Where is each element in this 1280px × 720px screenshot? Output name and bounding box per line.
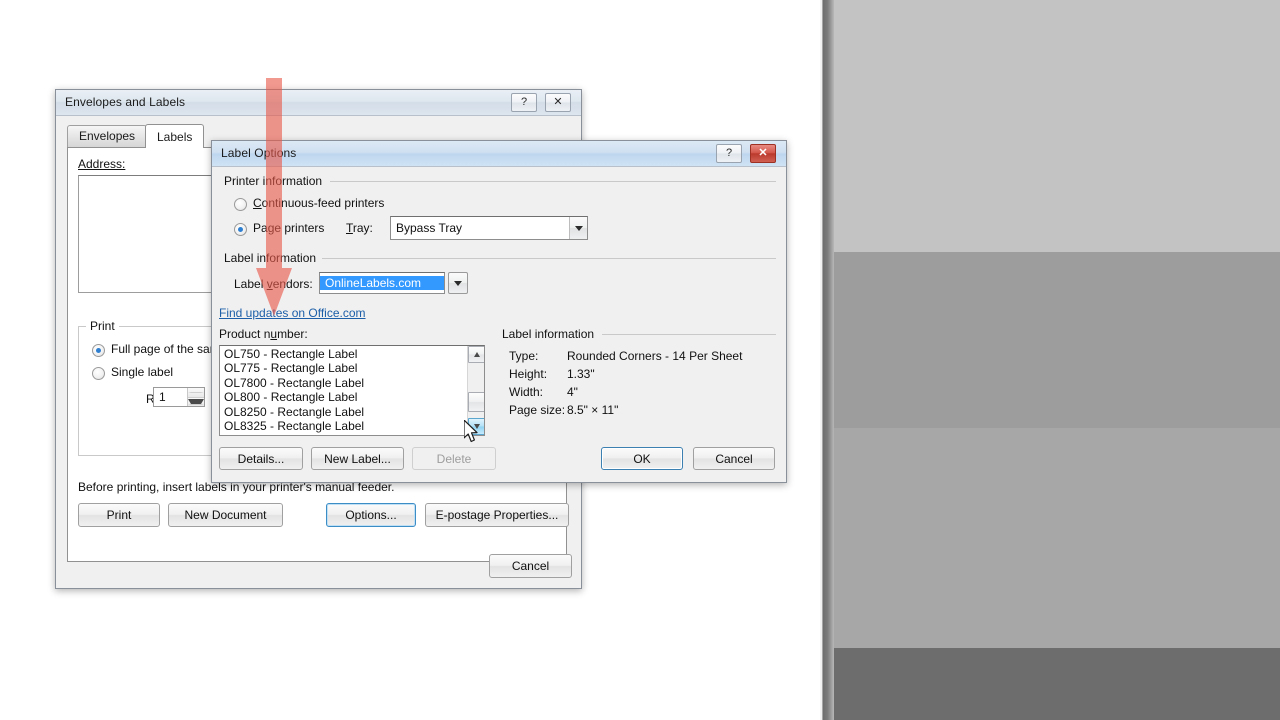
width-value: 4" (567, 385, 578, 399)
label-vendors-dropdown[interactable]: OnlineLabels.com (319, 272, 468, 294)
height-label: Height: (509, 367, 548, 381)
tray-label-rest: ray: (352, 221, 373, 235)
width-label: Width: (509, 385, 544, 399)
type-label: Type: (509, 349, 539, 363)
row-spinner-arrows[interactable] (187, 388, 204, 406)
find-updates-on-office-link[interactable]: Find updates on Office.com (219, 306, 366, 320)
list-item[interactable]: OL800 - Rectangle Label (220, 390, 465, 404)
height-value: 1.33" (567, 367, 595, 381)
address-label: Address: (78, 157, 126, 171)
row-spin-up-icon[interactable] (188, 388, 204, 398)
printer-information-separator (330, 181, 776, 182)
envelopes-cancel-button[interactable]: Cancel (489, 554, 572, 578)
tab-envelopes[interactable]: Envelopes (67, 125, 148, 147)
tab-labels[interactable]: Labels (145, 124, 205, 148)
label-options-cancel-button[interactable]: Cancel (693, 447, 775, 470)
new-document-button[interactable]: New Document (168, 503, 283, 527)
accel-t: T (346, 221, 353, 235)
envelopes-dialog-titlebar[interactable]: Envelopes and Labels ? ✕ (56, 90, 581, 116)
details-button[interactable]: Details... (219, 447, 303, 470)
help-icon[interactable]: ? (716, 144, 742, 163)
radio-continuous-feed-printers-label: Continuous-feed printers (253, 196, 384, 210)
ok-button-label: OK (633, 451, 651, 466)
row-stepper[interactable]: 1 (153, 387, 205, 407)
delete-button: Delete (412, 447, 496, 470)
help-icon[interactable]: ? (511, 93, 537, 112)
close-icon[interactable]: ✕ (750, 144, 776, 163)
list-item[interactable]: OL750 - Rectangle Label (220, 347, 465, 361)
list-item[interactable]: OL7800 - Rectangle Label (220, 376, 465, 390)
new-label-button[interactable]: New Label... (311, 447, 404, 470)
close-icon[interactable]: ✕ (545, 93, 571, 112)
type-value: Rounded Corners - 14 Per Sheet (567, 349, 743, 363)
product-number-label: Product number: (219, 327, 308, 341)
label-options-titlebar[interactable]: Label Options ? ✕ (212, 141, 786, 167)
background-band-3 (820, 428, 1280, 648)
envelopes-cancel-button-label: Cancel (511, 559, 550, 573)
list-item[interactable]: OL8250 - Rectangle Label (220, 405, 465, 419)
label-vendors-field[interactable]: OnlineLabels.com (319, 272, 445, 294)
page-size-value: 8.5" × 11" (567, 403, 619, 417)
print-group-title: Print (86, 319, 119, 333)
page-size-label: Page size: (509, 403, 566, 417)
list-item[interactable]: OL8325 - Rectangle Label (220, 419, 465, 433)
details-button-label: Details... (237, 451, 285, 466)
radio-single-label-label: Single label (111, 365, 174, 379)
label-info-panel-title: Label information (502, 327, 595, 341)
tray-value: Bypass Tray (396, 221, 463, 235)
scroll-up-icon[interactable] (468, 346, 484, 363)
product-number-listbox[interactable]: OL750 - Rectangle Label OL775 - Rectangl… (219, 345, 485, 436)
vendors-pre: Label (234, 277, 267, 291)
scrollbar-thumb[interactable] (468, 392, 484, 412)
radio-page-printers[interactable] (234, 223, 247, 236)
print-button-label: Print (106, 508, 132, 522)
page-printers-post: e printers (274, 221, 325, 235)
background-band-4 (820, 648, 1280, 720)
list-item[interactable]: OL775 - Rectangle Label (220, 361, 465, 375)
chevron-down-icon[interactable] (569, 217, 587, 239)
ok-button[interactable]: OK (601, 447, 683, 470)
label-info-panel-separator (602, 334, 776, 335)
delete-button-label: Delete (436, 451, 472, 466)
label-options-dialog: Label Options ? ✕ Printer information Co… (211, 140, 787, 483)
scroll-down-icon[interactable] (468, 418, 484, 435)
new-label-button-label: New Label... (324, 451, 391, 466)
options-button[interactable]: Options... (326, 503, 416, 527)
background-edge-shadow (820, 0, 834, 720)
product-post: mber: (277, 327, 308, 341)
chevron-down-icon[interactable] (448, 272, 468, 294)
new-document-button-label: New Document (184, 508, 267, 522)
vendors-post: endors: (272, 277, 313, 291)
background-bands (820, 0, 1280, 720)
screen: Envelopes and Labels ? ✕ Envelopes Label… (0, 0, 1280, 720)
product-pre: Product n (219, 327, 271, 341)
options-button-label: Options... (345, 508, 397, 522)
label-information-separator (322, 258, 776, 259)
label-options-cancel-button-label: Cancel (715, 451, 753, 466)
row-spin-down-icon[interactable] (188, 397, 204, 406)
print-button[interactable]: Print (78, 503, 160, 527)
envelopes-dialog-title: Envelopes and Labels (65, 95, 186, 109)
tray-label: Tray: (346, 221, 373, 235)
listbox-scrollbar[interactable] (467, 346, 484, 435)
radio-full-page[interactable] (92, 344, 105, 357)
accel-c: C (253, 196, 262, 210)
label-vendors-value: OnlineLabels.com (320, 276, 444, 290)
radio-single-label[interactable] (92, 367, 105, 380)
label-options-title: Label Options (221, 146, 297, 160)
tray-dropdown[interactable]: Bypass Tray (390, 216, 588, 240)
printer-information-group-title: Printer information (224, 174, 323, 188)
radio-page-printers-label: Page printers (253, 221, 324, 235)
label-vendors-label: Label vendors: (234, 277, 313, 291)
epostage-properties-button[interactable]: E-postage Properties... (425, 503, 569, 527)
epostage-properties-button-label: E-postage Properties... (435, 508, 559, 522)
background-band-2 (820, 252, 1280, 428)
page-printers-pre: Pa (253, 221, 268, 235)
radio-continuous-feed-printers[interactable] (234, 198, 247, 211)
label-information-group-title: Label information (224, 251, 317, 265)
product-number-items: OL750 - Rectangle Label OL775 - Rectangl… (220, 347, 465, 433)
continuous-feed-rest: ontinuous-feed printers (261, 196, 385, 210)
row-value[interactable]: 1 (154, 388, 187, 406)
background-band-1 (820, 0, 1280, 252)
